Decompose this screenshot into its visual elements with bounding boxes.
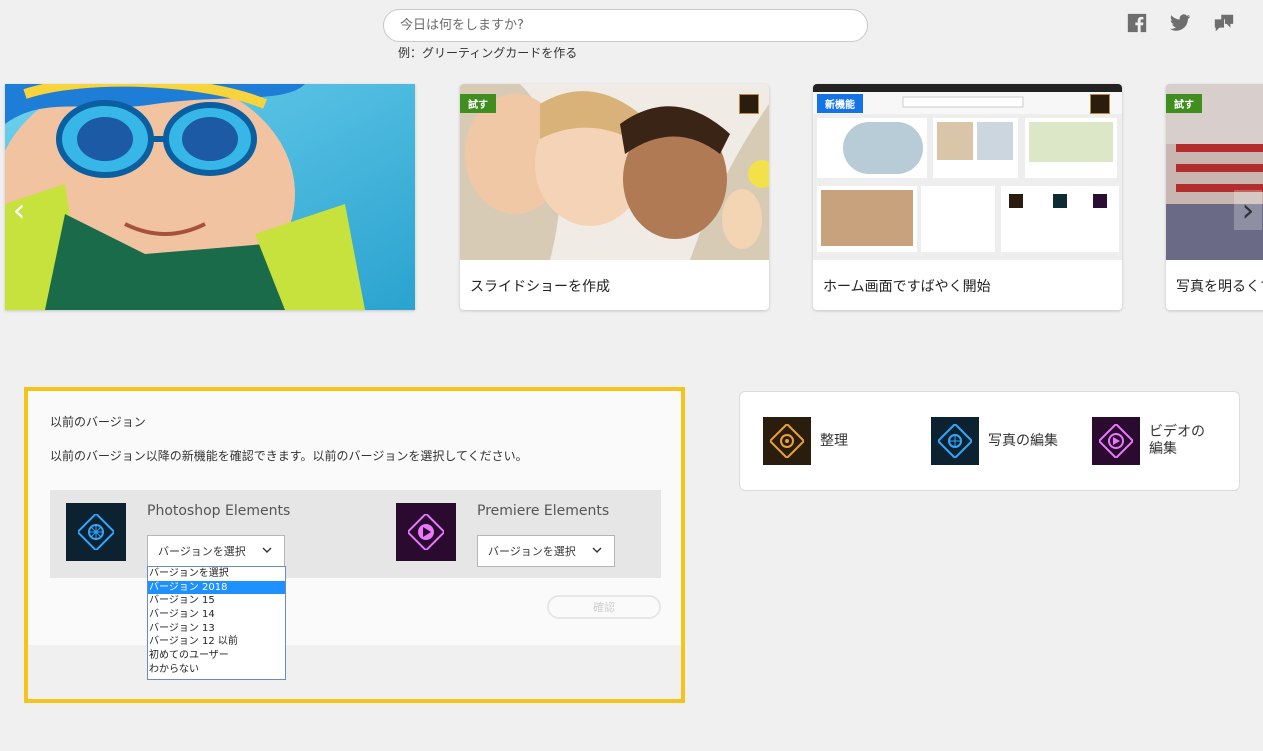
dropdown-option[interactable]: バージョン 14 [148, 608, 285, 622]
organizer-label: 整理 [820, 432, 848, 449]
try-badge: 試す [1166, 94, 1202, 113]
organizer-icon [763, 417, 811, 465]
hero-image [5, 84, 415, 310]
premiere-elements-name: Premiere Elements [477, 503, 610, 519]
try-badge: 試す [460, 94, 496, 113]
twitter-icon[interactable] [1168, 11, 1192, 35]
carousel-card-hero[interactable] [5, 84, 415, 310]
version-dropdown-list[interactable]: バージョンを選択 バージョン 2018 バージョン 15 バージョン 14 バー… [147, 566, 286, 680]
carousel-next-arrow[interactable]: › [1234, 190, 1262, 230]
carousel-prev-arrow[interactable]: ‹ [5, 190, 33, 230]
video-edit-label: ビデオの編集 [1149, 424, 1205, 457]
video-edit-icon [1092, 417, 1140, 465]
dropdown-option[interactable]: バージョン 15 [148, 594, 285, 608]
home-screen-image: 新機能 [813, 84, 1122, 260]
previous-version-inner: 以前のバージョン 以前のバージョン以降の新機能を確認できます。以前のバージョンを… [28, 391, 681, 645]
photo-edit-label: 写真の編集 [988, 432, 1058, 449]
quick-links-panel: 整理 写真の編集 ビデオの編集 [739, 391, 1240, 491]
carousel-card-home-screen[interactable]: 新機能 ホーム画面ですばやく開始 [813, 84, 1122, 310]
new-feature-badge: 新機能 [817, 94, 863, 113]
photoshop-elements-mini-icon [739, 94, 759, 114]
dropdown-option[interactable]: わからない [148, 663, 285, 677]
photo-edit-icon [931, 417, 979, 465]
photoshop-version-select[interactable]: バージョンを選択 [147, 535, 285, 567]
dropdown-option[interactable]: バージョン 13 [148, 622, 285, 636]
facebook-icon[interactable] [1125, 11, 1149, 35]
dropdown-option[interactable]: バージョンを選択 [148, 567, 285, 581]
organizer-link[interactable]: 整理 [763, 417, 848, 465]
previous-version-description: 以前のバージョン以降の新機能を確認できます。以前のバージョンを選択してください。 [50, 449, 528, 463]
photoshop-elements-mini-icon [1090, 94, 1110, 114]
card-caption: ホーム画面ですばやく開始 [823, 279, 991, 295]
premiere-version-select[interactable]: バージョンを選択 [477, 535, 615, 567]
confirm-button[interactable]: 確認 [547, 595, 661, 619]
photo-edit-link[interactable]: 写真の編集 [931, 417, 1058, 465]
previous-version-title: 以前のバージョン [50, 415, 146, 429]
photoshop-elements-logo [66, 503, 126, 561]
photoshop-version-select-value: バージョンを選択 [158, 545, 246, 558]
dropdown-option-selected[interactable]: バージョン 2018 [148, 580, 285, 595]
slideshow-image: 試す [460, 84, 769, 260]
brighten-image: 試す [1166, 84, 1263, 260]
previous-version-panel: 以前のバージョン 以前のバージョン以降の新機能を確認できます。以前のバージョンを… [24, 387, 685, 703]
product-select-box: Photoshop Elements バージョンを選択 Premiere Ele… [50, 490, 661, 578]
feedback-icon[interactable] [1212, 11, 1236, 35]
chevron-down-icon [262, 547, 272, 553]
premiere-elements-logo [396, 503, 456, 561]
photoshop-elements-name: Photoshop Elements [147, 503, 291, 519]
search-input[interactable] [400, 18, 851, 33]
carousel-card-slideshow[interactable]: 試す スライドショーを作成 [460, 84, 769, 310]
card-caption: 写真を明るくす [1176, 279, 1263, 295]
dropdown-option[interactable]: 初めてのユーザー [148, 649, 285, 663]
search-example: 例：グリーティングカードを作る [398, 46, 578, 60]
dropdown-option[interactable]: バージョン 12 以前 [148, 635, 285, 649]
chevron-down-icon [592, 547, 602, 553]
premiere-version-select-value: バージョンを選択 [488, 545, 576, 558]
video-edit-link[interactable]: ビデオの編集 [1092, 417, 1205, 465]
card-caption: スライドショーを作成 [470, 279, 610, 295]
search-box[interactable] [383, 9, 868, 42]
